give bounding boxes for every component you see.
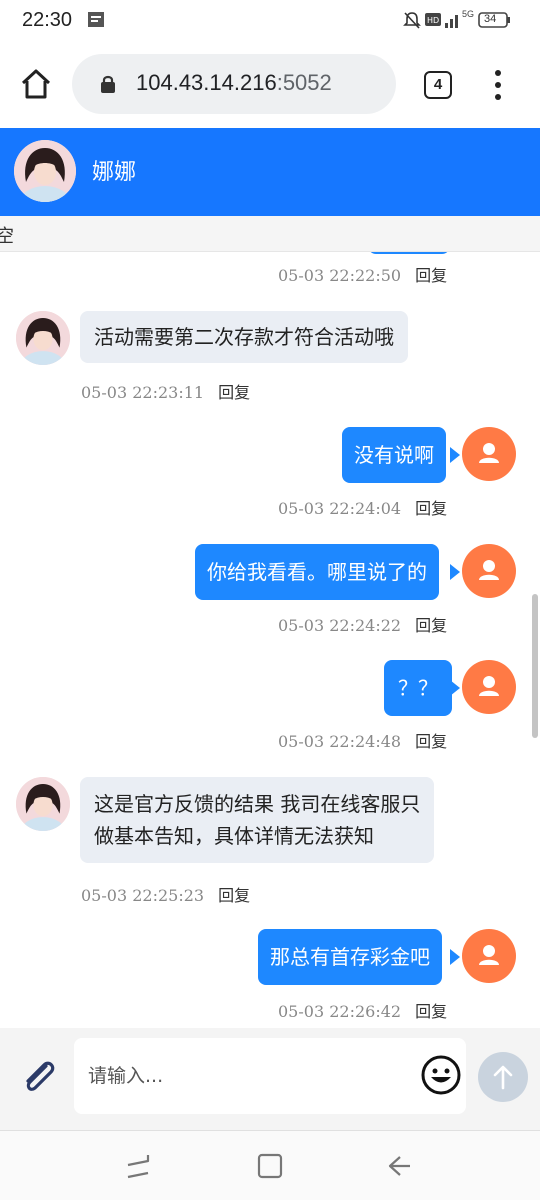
reply-link[interactable]: 回复 [415,616,447,635]
browser-toolbar: 104.43.14.216:5052 4 [0,42,540,128]
message-bubble-outgoing: 你给我看看。哪里说了的 [195,544,439,600]
agent-avatar[interactable] [14,140,76,202]
message-time: 05-03 22:23:11 [81,383,205,402]
user-avatar[interactable] [462,544,516,598]
tabs-button[interactable]: 4 [424,71,452,99]
message-meta: 05-03 22:24:04 回复 [278,495,447,519]
message-bubble-incoming: 活动需要第二次存款才符合活动哦 [80,311,408,363]
agent-avatar[interactable] [16,311,70,365]
message-line: 做基本告知，具体详情无法获知 [94,824,374,848]
user-icon [479,945,499,965]
message-time: 05-03 22:26:42 [278,1002,402,1021]
message-meta: 05-03 22:26:42 回复 [278,998,447,1022]
mute-icon [403,12,421,29]
lock-icon [101,75,115,93]
battery-level: 34 [484,13,497,25]
user-avatar[interactable] [462,929,516,983]
notice-text: 空 [0,222,14,248]
message-meta: 05-03 22:23:11 回复 [81,379,250,403]
scrollbar[interactable] [532,594,538,738]
url-host: 104.43.14.216 [136,70,277,95]
more-vert-icon[interactable] [486,70,510,100]
message-bubble-outgoing: 没有说啊 [342,427,446,483]
message-meta: 05-03 22:24:48 回复 [278,728,447,752]
url-port: :5052 [276,70,332,95]
chat-header: 娜娜 [0,128,540,216]
message-list[interactable]: 05-03 22:22:50 回复 活动需要第二次存款才符合活动哦 05-03 2… [0,252,540,1028]
recents-icon[interactable] [124,1151,156,1181]
send-button[interactable] [478,1052,528,1102]
chat-title: 娜娜 [92,160,137,185]
message-input[interactable] [74,1038,466,1114]
reply-link[interactable]: 回复 [415,732,447,751]
user-avatar[interactable] [462,660,516,714]
user-icon [479,676,499,696]
status-time: 22:30 [22,9,73,31]
message-line: 这是官方反馈的结果 我司在线客服只 [94,792,421,816]
user-avatar[interactable] [462,427,516,481]
network-type: 5G [462,9,475,19]
bubble-tail [450,949,460,965]
url-text: 104.43.14.216:5052 [136,70,332,96]
message-bubble-outgoing: 那总有首存彩金吧 [258,929,442,985]
message-time: 05-03 22:22:50 [278,266,402,285]
back-arrow-icon[interactable] [384,1151,414,1181]
bubble-tail [450,680,460,696]
arrow-up-icon [493,1065,513,1090]
user-icon [479,560,499,580]
message-time: 05-03 22:24:04 [278,499,402,518]
svg-text:HD: HD [427,16,439,25]
hd-icon: HD [425,13,441,26]
agent-avatar[interactable] [16,777,70,831]
message-time: 05-03 22:24:22 [278,616,402,635]
address-bar[interactable]: 104.43.14.216:5052 [72,54,396,114]
notification-icon [88,12,104,27]
message-bubble-outgoing: ？？ [384,660,452,716]
composer-bar [0,1028,540,1130]
paperclip-icon[interactable] [16,1054,60,1098]
system-nav-bar [0,1130,540,1200]
signal-icon [445,15,458,28]
bubble-tail [450,447,460,463]
message-meta: 05-03 22:24:22 回复 [278,612,447,636]
user-icon [479,443,499,463]
reply-link[interactable]: 回复 [218,886,250,905]
message-bubble-incoming: 这是官方反馈的结果 我司在线客服只 做基本告知，具体详情无法获知 [80,777,435,863]
message-meta: 05-03 22:25:23 回复 [81,882,250,906]
reply-link[interactable]: 回复 [218,383,250,402]
bubble-tail [450,564,460,580]
message-bubble-partial [368,252,450,254]
status-bar: 22:30 HD 5G 34 [0,0,540,42]
message-time: 05-03 22:24:48 [278,732,402,751]
square-home-icon[interactable] [255,1151,285,1181]
smiley-icon[interactable] [420,1054,462,1096]
message-time: 05-03 22:25:23 [81,886,205,905]
home-icon[interactable] [18,66,54,102]
message-meta: 05-03 22:22:50 回复 [278,262,447,286]
notice-bar: 空 [0,216,540,252]
reply-link[interactable]: 回复 [415,1002,447,1021]
reply-link[interactable]: 回复 [415,499,447,518]
reply-link[interactable]: 回复 [415,266,447,285]
